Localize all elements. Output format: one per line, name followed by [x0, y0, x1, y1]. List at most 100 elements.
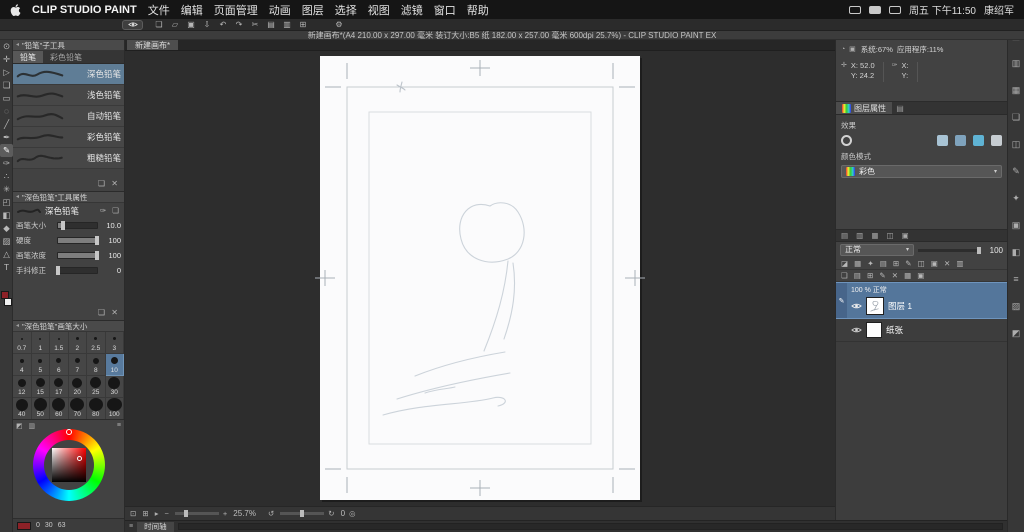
- copy-icon[interactable]: ▤: [265, 20, 277, 30]
- menubar-clock[interactable]: 周五 下午11:50: [909, 2, 976, 17]
- brush-size-option[interactable]: 100: [106, 398, 125, 420]
- subtool-item-color-pencil[interactable]: 彩色铅笔: [13, 127, 124, 148]
- subtool-item-auto-pencil[interactable]: 自动铅笔: [13, 106, 124, 127]
- selection-tool-icon[interactable]: ▭: [0, 92, 13, 105]
- brush-size-option[interactable]: 15: [32, 376, 51, 398]
- hue-marker[interactable]: [66, 429, 72, 435]
- tool-property-footer-icons[interactable]: ❏ ✕: [13, 278, 124, 320]
- menu-window[interactable]: 窗口: [434, 2, 456, 18]
- menu-file[interactable]: 文件: [148, 2, 170, 18]
- subtool-item-rough-pencil[interactable]: 粗糙铅笔: [13, 148, 124, 169]
- brush-size-option[interactable]: 0.7: [13, 332, 32, 354]
- move-layer-tool-icon[interactable]: ❏: [0, 79, 13, 92]
- menu-page[interactable]: 页面管理: [214, 2, 258, 18]
- panel-dock-icons[interactable]: ▤ ▥ ▦ ❏ ◫ ✎ ✦ ▣ ◧ ≡ ▨ ◩: [1007, 19, 1024, 532]
- eraser-tool-icon[interactable]: ◰: [0, 196, 13, 209]
- settings-icon[interactable]: ⚙: [333, 20, 345, 30]
- visibility-button[interactable]: [122, 20, 143, 30]
- subtool-panel-footer-icons[interactable]: ❏ ✕: [13, 169, 124, 191]
- menu-edit[interactable]: 编辑: [181, 2, 203, 18]
- zoom-in-icon[interactable]: +: [223, 509, 229, 518]
- eyedropper-tool-icon[interactable]: ╱: [0, 118, 13, 131]
- layer-row-paper[interactable]: 纸张: [836, 319, 1007, 342]
- menubar-user[interactable]: 康绍军: [984, 2, 1014, 17]
- brush-size-option[interactable]: 4: [13, 354, 32, 376]
- brush-size-option[interactable]: 3: [106, 332, 125, 354]
- opacity-slider[interactable]: [918, 249, 981, 252]
- property-row-icons[interactable]: ✑ ❏: [100, 206, 121, 215]
- menu-animation[interactable]: 动画: [269, 2, 291, 18]
- grid-icon[interactable]: ⊞: [297, 20, 309, 30]
- sub-color-chip[interactable]: [4, 298, 12, 306]
- visibility-eye-icon[interactable]: [851, 326, 862, 334]
- brush-size-option[interactable]: 6: [50, 354, 69, 376]
- hardness-slider[interactable]: [57, 237, 98, 244]
- tool-property-header[interactable]: ◂ "深色铅笔"工具属性: [13, 192, 124, 203]
- layer-thumbnail[interactable]: [866, 322, 882, 338]
- move-tool-icon[interactable]: ✛: [0, 53, 13, 66]
- menu-filter[interactable]: 滤镜: [401, 2, 423, 18]
- brush-size-option[interactable]: 30: [106, 376, 125, 398]
- stabilization-slider[interactable]: [57, 267, 98, 274]
- menu-select[interactable]: 选择: [335, 2, 357, 18]
- subtool-panel-header[interactable]: ◂ "铅笔"子工具: [13, 40, 124, 51]
- cut-icon[interactable]: ✂: [249, 20, 261, 30]
- menu-help[interactable]: 帮助: [467, 2, 489, 18]
- current-color-swatch[interactable]: [17, 522, 31, 530]
- battery-icon[interactable]: [889, 6, 901, 14]
- menu-layer[interactable]: 图层: [302, 2, 324, 18]
- timeline-menu-icon[interactable]: ≡: [129, 523, 133, 530]
- wifi-icon[interactable]: [869, 6, 881, 14]
- color-panel-menu-icon[interactable]: ≡: [117, 422, 121, 429]
- rotate-right-icon[interactable]: ↻: [328, 509, 336, 518]
- brush-size-option[interactable]: 80: [87, 398, 106, 420]
- gradient-tool-icon[interactable]: ▨: [0, 235, 13, 248]
- timeline-tab[interactable]: 时间轴: [137, 522, 174, 532]
- expression-color-icon[interactable]: [991, 135, 1002, 146]
- open-file-icon[interactable]: ▱: [169, 20, 181, 30]
- brush-size-option[interactable]: 60: [50, 398, 69, 420]
- brush-size-option-selected[interactable]: 10: [106, 354, 125, 376]
- lasso-tool-icon[interactable]: ◌: [0, 105, 13, 118]
- zoom-slider[interactable]: [175, 512, 219, 515]
- density-slider[interactable]: [57, 252, 98, 259]
- text-tool-icon[interactable]: T: [0, 261, 13, 274]
- paste-icon[interactable]: ▥: [281, 20, 293, 30]
- color-chips[interactable]: [0, 286, 13, 312]
- collapse-icon[interactable]: ◂: [16, 192, 19, 203]
- fill-tool-icon[interactable]: ◆: [0, 222, 13, 235]
- document-tab[interactable]: 新建画布*: [127, 40, 178, 50]
- menu-view[interactable]: 视图: [368, 2, 390, 18]
- subtool-item-light-pencil[interactable]: 浅色铅笔: [13, 85, 124, 106]
- brush-size-option[interactable]: 70: [69, 398, 88, 420]
- brush-size-option[interactable]: 12: [13, 376, 32, 398]
- canvas-nav-icons[interactable]: ⊡ ⊞ ▸: [130, 509, 161, 518]
- brush-size-option[interactable]: 7: [69, 354, 88, 376]
- zoom-out-icon[interactable]: −: [165, 509, 171, 518]
- blend-tool-icon[interactable]: ◧: [0, 209, 13, 222]
- redo-icon[interactable]: ↷: [233, 20, 245, 30]
- color-panel-icons[interactable]: ◩ ▥: [16, 422, 37, 430]
- blend-mode-dropdown[interactable]: 正常 ▾: [840, 244, 914, 256]
- brush-size-option[interactable]: 25: [87, 376, 106, 398]
- tab-color-pencil[interactable]: 彩色铅笔: [43, 51, 89, 63]
- brush-size-option[interactable]: 2.5: [87, 332, 106, 354]
- collapse-icon[interactable]: ◂: [16, 40, 19, 51]
- layer-thumbnail[interactable]: [866, 297, 884, 315]
- pencil-tool-icon[interactable]: ✎: [0, 144, 13, 157]
- brush-size-option[interactable]: 5: [32, 354, 51, 376]
- collapse-icon[interactable]: ◂: [16, 321, 19, 332]
- layer-toolbar-icons-2[interactable]: ❏ ▤ ⊞ ✎ ✕ ▦ ▣: [836, 270, 1007, 282]
- extra-panel-tab-icon[interactable]: ▤: [892, 102, 908, 114]
- new-document-icon[interactable]: ❏: [153, 20, 165, 30]
- brush-size-option[interactable]: 1.5: [50, 332, 69, 354]
- layer-row-selected[interactable]: ✎ 100 % 正常 图层 1: [836, 282, 1007, 319]
- brush-size-option[interactable]: 8: [87, 354, 106, 376]
- tab-layer-property[interactable]: 图层属性: [836, 102, 892, 114]
- rotation-slider[interactable]: [280, 512, 324, 515]
- border-effect-icon[interactable]: [841, 135, 852, 146]
- brush-size-option[interactable]: 20: [69, 376, 88, 398]
- sv-marker[interactable]: [77, 456, 82, 461]
- subtool-item-dark-pencil[interactable]: 深色铅笔: [13, 64, 124, 85]
- brush-size-header[interactable]: ◂ "深色铅笔"画笔大小: [13, 321, 124, 332]
